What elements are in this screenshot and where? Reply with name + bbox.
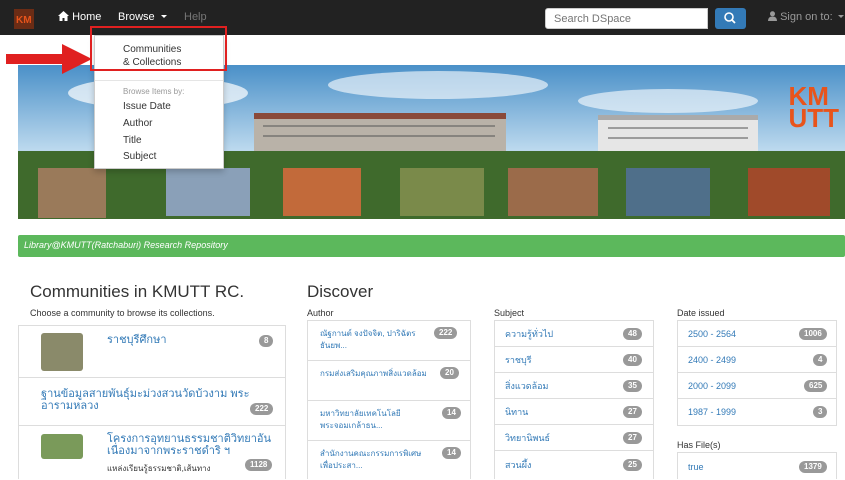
community-item[interactable]: ราชบุรีศึกษา 8 — [19, 326, 285, 378]
browse-items-header: Browse Items by: — [123, 87, 185, 96]
facet-item[interactable]: มหาวิทยาลัยเทคโนโลยีพระจอมเกล้าธน... 14 — [308, 401, 470, 441]
facet-count-badge: 222 — [434, 327, 458, 339]
browse-label: Browse — [118, 11, 155, 23]
facet-item[interactable]: กรมส่งเสริมคุณภาพสิ่งแวดล้อม 20 — [308, 361, 470, 401]
author-facet-list: ณัฐกานต์ จงปัจจิต, ปาริฉัตร ธันยพ... 222… — [307, 320, 471, 479]
facet-count-badge: 4 — [813, 354, 828, 366]
communities-subheading: Choose a community to browse its collect… — [30, 308, 215, 318]
community-count-badge: 8 — [259, 335, 274, 347]
facet-count-badge: 48 — [623, 328, 642, 340]
home-icon — [58, 11, 69, 24]
community-link[interactable]: ฐานข้อมูลสายพันธุ์มะม่วงสวนวัดบ้วงาม พระ… — [41, 388, 277, 412]
repository-title[interactable]: Library@KMUTT(Ratchaburi) Research Repos… — [24, 240, 228, 250]
menu-item-issue-date[interactable]: Issue Date — [123, 100, 171, 113]
facet-link[interactable]: 1987 - 1999 — [688, 406, 736, 418]
community-item[interactable]: โครงการอุทยานธรรมชาติวิทยาอันเนื่องมาจาก… — [19, 426, 285, 480]
user-icon — [768, 11, 777, 24]
community-link[interactable]: โครงการอุทยานธรรมชาติวิทยาอันเนื่องมาจาก… — [107, 433, 277, 457]
kmutt-logo-icon[interactable]: KM — [14, 9, 34, 29]
caret-down-icon — [160, 15, 167, 18]
sign-in-label: Sign on to: — [780, 11, 833, 23]
community-description: แหล่งเรียนรู้ธรรมชาติ,เส้นทาง — [107, 464, 211, 473]
banner-logo-line2: UTT — [788, 103, 839, 133]
facet-count-badge: 14 — [442, 447, 461, 459]
facet-count-badge: 625 — [804, 380, 828, 392]
banner-logo: KM UTT — [788, 83, 839, 133]
discover-heading: Discover — [307, 282, 374, 301]
search-button[interactable] — [715, 8, 746, 29]
facet-item[interactable]: 2000 - 2099 625 — [678, 373, 836, 399]
nav-home-link[interactable]: Home — [58, 11, 101, 24]
community-count-badge: 222 — [250, 403, 274, 415]
facet-link[interactable]: กรมส่งเสริมคุณภาพสิ่งแวดล้อม — [320, 368, 428, 380]
facet-count-badge: 20 — [440, 367, 459, 379]
facet-item[interactable]: สิ่งแวดล้อม 35 — [495, 373, 653, 399]
facet-link[interactable]: มหาวิทยาลัยเทคโนโลยีพระจอมเกล้าธน... — [320, 408, 428, 432]
facet-link[interactable]: ความรู้ทั่วไป — [505, 328, 553, 340]
community-count-badge: 1128 — [245, 459, 273, 471]
facet-link[interactable]: สำนักงานคณะกรรมการพิเศษเพื่อประสา... — [320, 448, 428, 472]
facet-link[interactable]: นิทาน — [505, 406, 528, 418]
author-facet-label: Author — [307, 308, 334, 318]
facet-item[interactable]: นิทาน 27 — [495, 399, 653, 425]
facet-item[interactable]: สำนักงานคณะกรรมการพิเศษเพื่อประสา... 14 — [308, 441, 470, 480]
facet-count-badge: 3 — [813, 406, 828, 418]
red-arrow-icon — [6, 44, 92, 77]
facet-link[interactable]: ราชบุรี — [505, 354, 532, 366]
nav-help-link[interactable]: Help — [184, 11, 207, 23]
nav-browse-dropdown[interactable]: Browse — [118, 11, 167, 23]
home-label: Home — [72, 11, 102, 23]
facet-count-badge: 35 — [623, 380, 642, 392]
facet-item[interactable]: สวนผึ้ง 25 — [495, 451, 653, 480]
community-thumbnail — [41, 333, 83, 371]
facet-link[interactable]: ณัฐกานต์ จงปัจจิต, ปาริฉัตร ธันยพ... — [320, 328, 428, 352]
facet-link[interactable]: 2500 - 2564 — [688, 328, 736, 340]
logo-text: KM — [16, 15, 32, 26]
search-input[interactable] — [545, 8, 708, 29]
facet-item[interactable]: ความรู้ทั่วไป 48 — [495, 321, 653, 347]
subject-facet-list: ความรู้ทั่วไป 48 ราชบุรี 40 สิ่งแวดล้อม … — [494, 320, 654, 479]
facet-item[interactable]: วิทยานิพนธ์ 27 — [495, 425, 653, 451]
has-files-facet-list: true 1379 — [677, 452, 837, 479]
facet-item[interactable]: ราชบุรี 40 — [495, 347, 653, 373]
communities-list: ราชบุรีศึกษา 8 ฐานข้อมูลสายพันธุ์มะม่วงส… — [18, 325, 286, 479]
facet-link[interactable]: true — [688, 461, 704, 473]
facet-item[interactable]: true 1379 — [678, 453, 836, 480]
communities-heading: Communities in KMUTT RC. — [30, 282, 245, 301]
highlight-box — [90, 26, 227, 71]
menu-item-author[interactable]: Author — [123, 117, 152, 130]
menu-item-subject[interactable]: Subject — [123, 150, 156, 163]
facet-item[interactable]: 2400 - 2499 4 — [678, 347, 836, 373]
facet-link[interactable]: สิ่งแวดล้อม — [505, 380, 548, 392]
facet-count-badge: 1006 — [799, 328, 827, 340]
facet-count-badge: 14 — [442, 407, 461, 419]
facet-link[interactable]: วิทยานิพนธ์ — [505, 432, 550, 444]
facet-item[interactable]: 1987 - 1999 3 — [678, 399, 836, 425]
subject-facet-label: Subject — [494, 308, 525, 318]
menu-item-title[interactable]: Title — [123, 134, 142, 147]
facet-count-badge: 40 — [623, 354, 642, 366]
caret-down-icon — [837, 15, 844, 18]
facet-count-badge: 1379 — [799, 461, 827, 473]
facet-item[interactable]: ณัฐกานต์ จงปัจจิต, ปาริฉัตร ธันยพ... 222 — [308, 321, 470, 361]
facet-link[interactable]: สวนผึ้ง — [505, 459, 531, 471]
facet-link[interactable]: 2400 - 2499 — [688, 354, 736, 366]
community-item[interactable]: ฐานข้อมูลสายพันธุ์มะม่วงสวนวัดบ้วงาม พระ… — [19, 378, 285, 426]
menu-divider — [95, 80, 223, 81]
repository-title-bar: Library@KMUTT(Ratchaburi) Research Repos… — [18, 235, 845, 257]
date-issued-facet-label: Date issued — [677, 308, 725, 318]
community-link[interactable]: ราชบุรีศึกษา — [107, 334, 167, 346]
facet-item[interactable]: 2500 - 2564 1006 — [678, 321, 836, 347]
facet-count-badge: 27 — [623, 406, 642, 418]
date-issued-facet-list: 2500 - 2564 1006 2400 - 2499 4 2000 - 20… — [677, 320, 837, 426]
community-thumbnail — [41, 434, 83, 459]
sign-in-link[interactable]: Sign on to: — [768, 11, 844, 24]
has-files-facet-label: Has File(s) — [677, 440, 721, 450]
facet-link[interactable]: 2000 - 2099 — [688, 380, 736, 392]
facet-count-badge: 27 — [623, 432, 642, 444]
facet-count-badge: 25 — [623, 459, 642, 471]
search-icon — [724, 12, 736, 24]
